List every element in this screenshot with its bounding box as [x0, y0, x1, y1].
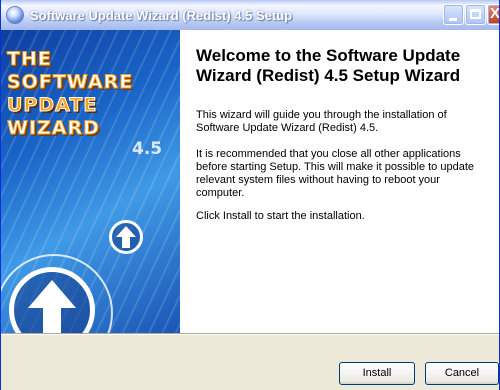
title-bar[interactable]: Software Update Wizard (Redist) 4.5 Setu… — [1, 0, 500, 30]
footer-divider — [1, 333, 499, 335]
minimize-icon — [449, 18, 457, 21]
logo-line-the: THE — [7, 48, 52, 71]
close-button[interactable]: X — [487, 4, 500, 25]
logo-line-wizard: WIZARD — [7, 117, 100, 140]
wizard-banner: THE SOFTWARE UPDATE WIZARD 4.5 — [1, 30, 180, 333]
up-arrow-icon — [9, 267, 95, 333]
install-button[interactable]: Install — [339, 362, 415, 385]
window-title: Software Update Wizard (Redist) 4.5 Setu… — [30, 8, 293, 23]
close-icon: X — [490, 5, 500, 22]
minimize-button[interactable] — [443, 4, 464, 25]
instruction-paragraph: Click Install to start the installation. — [196, 210, 365, 222]
logo-line-software: SOFTWARE — [6, 71, 134, 94]
setup-window: Software Update Wizard (Redist) 4.5 Setu… — [0, 0, 500, 390]
intro-paragraph: This wizard will guide you through the i… — [196, 109, 447, 134]
maximize-button[interactable] — [465, 4, 486, 25]
welcome-heading: Welcome to the Software Update Wizard (R… — [196, 46, 461, 85]
maximize-icon — [470, 9, 481, 19]
recommendation-paragraph: It is recommended that you close all oth… — [196, 148, 475, 199]
cancel-button[interactable]: Cancel — [425, 362, 499, 385]
setup-globe-icon[interactable] — [7, 7, 23, 23]
logo-version: 4.5 — [132, 139, 163, 159]
up-arrow-icon — [109, 220, 143, 254]
logo-line-update: UPDATE — [6, 94, 98, 117]
